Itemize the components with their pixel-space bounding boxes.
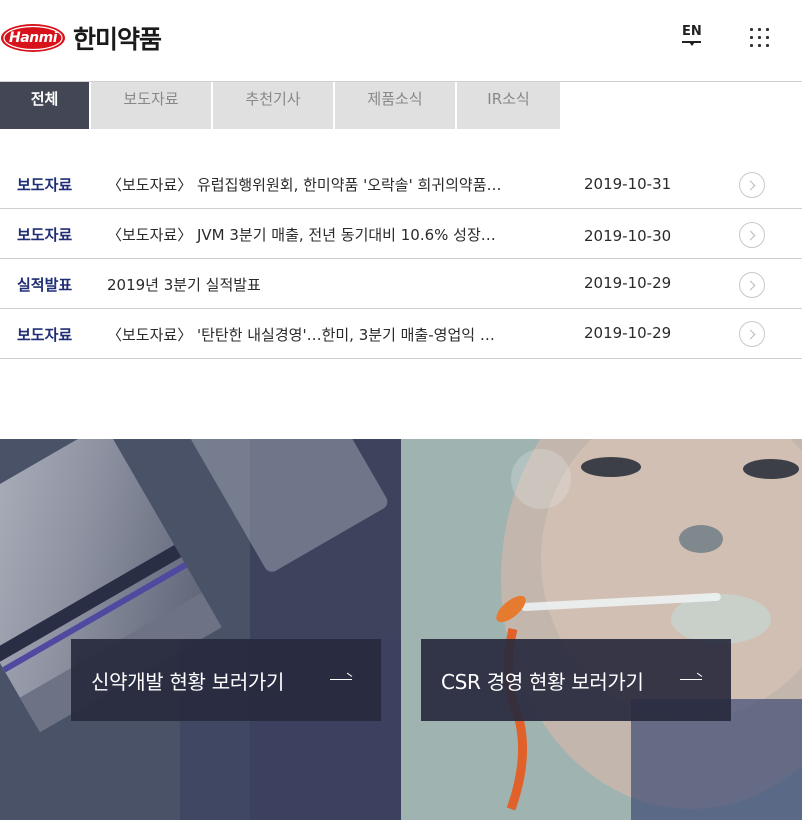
news-date: 2019-10-31 [584,175,672,193]
news-category: 보도자료 [17,176,73,194]
news-title[interactable]: 〈보도자료〉 '탄탄한 내실경영'…한미, 3분기 매출-영업익 … [107,324,547,345]
news-category: 보도자료 [17,226,73,244]
logo-badge: Hanmi [0,21,66,55]
logo-badge-text: Hanmi [8,30,58,46]
chevron-right-icon[interactable] [739,272,765,298]
news-row[interactable]: 보도자료 〈보도자료〉 '탄탄한 내실경영'…한미, 3분기 매출-영업익 … … [0,309,802,359]
arrow-right-icon [330,679,352,680]
csr-banner[interactable]: CSR 경영 현황 보러가기 [401,439,802,820]
tab-product-news[interactable]: 제품소식 [335,82,455,129]
news-row[interactable]: 실적발표 2019년 3분기 실적발표 2019-10-29 [0,259,802,309]
site-header: Hanmi 한미약품 EN [0,0,802,82]
csr-cta-button[interactable]: CSR 경영 현황 보러가기 [421,639,731,721]
news-title[interactable]: 〈보도자료〉 JVM 3분기 매출, 전년 동기대비 10.6% 성장… [107,224,547,245]
news-row[interactable]: 보도자료 〈보도자료〉 JVM 3분기 매출, 전년 동기대비 10.6% 성장… [0,209,802,259]
news-category: 보도자료 [17,326,73,344]
language-toggle[interactable]: EN [682,24,702,46]
news-date: 2019-10-29 [584,274,672,292]
hanmi-logo[interactable]: Hanmi 한미약품 [0,20,162,56]
news-date: 2019-10-29 [584,324,672,342]
news-tabs: 전체 보도자료 추천기사 제품소식 IR소식 [0,82,562,129]
chevron-right-icon[interactable] [739,321,765,347]
chevron-right-icon[interactable] [739,172,765,198]
arrow-right-icon [680,679,702,680]
tab-all[interactable]: 전체 [0,82,89,129]
microscope-image [0,439,401,820]
rnd-cta-label: 신약개발 현황 보러가기 [91,669,285,694]
csr-cta-label: CSR 경영 현황 보러가기 [441,669,644,694]
rnd-banner[interactable]: 신약개발 현황 보러가기 [0,439,401,820]
news-list: 보도자료 〈보도자료〉 유럽집행위원회, 한미약품 '오락솔' 희귀의약품… 2… [0,159,802,359]
news-title[interactable]: 〈보도자료〉 유럽집행위원회, 한미약품 '오락솔' 희귀의약품… [107,174,547,195]
tab-ir-news[interactable]: IR소식 [457,82,560,129]
language-label: EN [682,24,702,39]
tab-press-release[interactable]: 보도자료 [91,82,211,129]
news-row[interactable]: 보도자료 〈보도자료〉 유럽집행위원회, 한미약품 '오락솔' 희귀의약품… 2… [0,159,802,209]
news-category: 실적발표 [17,276,73,294]
child-bubbles-image [401,439,802,820]
tab-recommended[interactable]: 추천기사 [213,82,333,129]
news-date: 2019-10-30 [584,227,672,245]
logo-wordmark: 한미약품 [73,25,162,54]
language-underline [682,41,701,46]
rnd-cta-button[interactable]: 신약개발 현황 보러가기 [71,639,381,721]
promo-banners: 신약개발 현황 보러가기 CSR 경영 현황 보러가기 [0,439,802,820]
chevron-right-icon[interactable] [739,222,765,248]
news-title[interactable]: 2019년 3분기 실적발표 [107,274,547,295]
grid-menu-icon[interactable] [748,26,772,50]
